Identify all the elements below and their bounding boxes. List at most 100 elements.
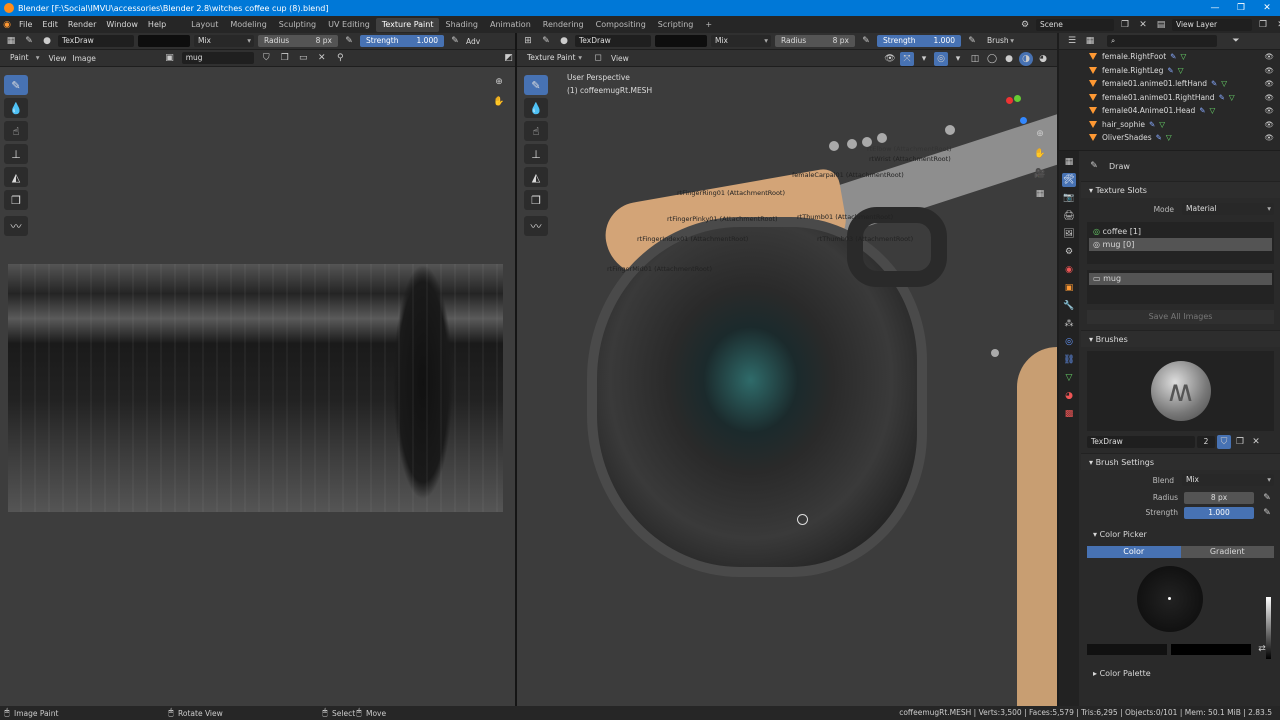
scene-copy-icon[interactable]: ❐	[1118, 18, 1132, 32]
add-workspace-button[interactable]: +	[699, 18, 718, 32]
viewport-soften-tool-button[interactable]: 💧	[524, 98, 548, 118]
tab-output-icon[interactable]: 🖨	[1062, 209, 1076, 223]
bone-sphere[interactable]	[862, 137, 872, 147]
brush-users-count[interactable]: 2	[1197, 436, 1215, 448]
brush-settings-panel-header[interactable]: ▾ Brush Settings	[1081, 453, 1280, 470]
image-slot-field[interactable]: ▭ mug	[1089, 273, 1272, 285]
fake-user-icon[interactable]: ⛉	[260, 51, 273, 65]
bone-sphere[interactable]	[945, 125, 955, 135]
overlay-dropdown-icon[interactable]: ▾	[951, 52, 965, 66]
strength-unified-icon[interactable]: ✎	[1260, 506, 1274, 520]
mode-dropdown[interactable]: Material	[1182, 203, 1274, 215]
view-menu[interactable]: View	[49, 54, 67, 63]
viewport-annotate-tool-button[interactable]: 〰	[524, 216, 548, 236]
overlay-icon[interactable]: ◎	[934, 52, 948, 66]
outliner-editor-type-icon[interactable]: ☰	[1065, 34, 1079, 48]
visibility-eye-icon[interactable]: 👁	[1264, 93, 1274, 102]
tab-modeling[interactable]: Modeling	[224, 18, 272, 32]
radius-slider[interactable]: Radius 8 px	[258, 35, 338, 47]
slot-item[interactable]: ◎ coffee [1]	[1089, 225, 1272, 238]
new-image-icon[interactable]: ❐	[279, 51, 292, 65]
image-menu[interactable]: Image	[72, 54, 96, 63]
tab-modifier-icon[interactable]: 🔧	[1062, 299, 1076, 313]
radius-pressure-icon[interactable]: ✎	[342, 34, 356, 48]
display-mode-icon[interactable]: ▦	[1083, 34, 1097, 48]
view-layer-field[interactable]: View Layer	[1172, 19, 1252, 31]
bone-sphere[interactable]	[991, 349, 999, 357]
viewport-brush-browse-icon[interactable]: ●	[557, 34, 571, 48]
scene-icon[interactable]: ⚙	[1018, 18, 1032, 32]
secondary-color-swatch[interactable]	[1171, 643, 1251, 655]
viewport-brush-color-swatch[interactable]	[655, 35, 707, 47]
tab-material-icon[interactable]: ◕	[1062, 389, 1076, 403]
view-layer-copy-icon[interactable]: ❐	[1256, 18, 1270, 32]
outliner-item[interactable]: female01.anime01.leftHand ✎ ▽ 👁	[1059, 77, 1280, 91]
viewport-blend-dropdown[interactable]: Mix	[711, 35, 771, 47]
zoom-icon[interactable]: ⊕	[492, 75, 506, 89]
solid-shading-icon[interactable]: ●	[1002, 52, 1016, 66]
brush-name-field[interactable]: TexDraw	[58, 35, 134, 47]
texture-paint-mode-dropdown[interactable]: Texture Paint	[523, 52, 585, 64]
clone-tool-button[interactable]: ⊥	[4, 144, 28, 164]
outliner-item[interactable]: hair_sophie ✎ ▽ 👁	[1059, 118, 1280, 132]
color-tab[interactable]: Color	[1087, 546, 1181, 558]
tab-view-layer-icon[interactable]: 🖼	[1062, 227, 1076, 241]
bone-sphere[interactable]	[829, 141, 839, 151]
tab-scene-icon[interactable]: ⚙	[1062, 245, 1076, 259]
advanced-menu[interactable]: Adv	[466, 37, 480, 46]
close-button[interactable]: ✕	[1254, 0, 1280, 16]
view-layer-icon[interactable]: ▤	[1154, 18, 1168, 32]
image-browse-icon[interactable]: ▣	[163, 51, 176, 65]
pin-icon[interactable]: ⚲	[334, 51, 347, 65]
viewport-draw-tool-button[interactable]: ✎	[524, 75, 548, 95]
outliner-item[interactable]: female01.anime01.RightHand ✎ ▽ 👁	[1059, 91, 1280, 105]
brush-preview[interactable]: ʍ	[1087, 351, 1274, 431]
menu-window[interactable]: Window	[101, 20, 143, 29]
smear-tool-button[interactable]: ☝	[4, 121, 28, 141]
slot-item[interactable]: ◎ mug [0]	[1089, 238, 1272, 251]
xray-icon[interactable]: ◫	[968, 52, 982, 66]
gizmo-x-icon[interactable]	[1006, 97, 1013, 104]
outliner-item[interactable]: female.RightLeg ✎ ▽ 👁	[1059, 64, 1280, 78]
viewport-clone-tool-button[interactable]: ⊥	[524, 144, 548, 164]
brushes-panel-header[interactable]: ▾ Brushes	[1081, 330, 1280, 347]
visibility-eye-icon[interactable]: 👁	[1264, 120, 1274, 129]
tab-tool-icon[interactable]: 🛠	[1062, 173, 1076, 187]
tab-uv-editing[interactable]: UV Editing	[322, 18, 376, 32]
visibility-eye-icon[interactable]: 👁	[1264, 106, 1274, 115]
strength-pressure-icon[interactable]: ✎	[448, 34, 462, 48]
save-all-images-button[interactable]: Save All Images	[1087, 310, 1274, 324]
bone-sphere[interactable]	[847, 139, 857, 149]
tab-world-icon[interactable]: ◉	[1062, 263, 1076, 277]
viewport-strength-pressure-icon[interactable]: ✎	[965, 34, 979, 48]
open-image-icon[interactable]: ▭	[297, 51, 310, 65]
outliner-item[interactable]: female04.Anime01.Head ✎ ▽ 👁	[1059, 104, 1280, 118]
brush-datablock-field[interactable]: TexDraw	[1087, 436, 1195, 448]
tab-texture-paint[interactable]: Texture Paint	[375, 17, 440, 32]
image-editor-options-icon[interactable]: ◩	[503, 51, 516, 65]
visibility-icon[interactable]: 👁	[883, 52, 897, 66]
draw-tool-button[interactable]: ✎	[4, 75, 28, 95]
bone-sphere[interactable]	[877, 133, 887, 143]
wireframe-shading-icon[interactable]: ◯	[985, 52, 999, 66]
color-wheel[interactable]	[1137, 566, 1203, 632]
image-name-field[interactable]: mug	[181, 52, 254, 64]
brush-browse-icon[interactable]: ●	[40, 34, 54, 48]
perspective-toggle-icon[interactable]: ▦	[1033, 187, 1047, 201]
tab-particles-icon[interactable]: ⁂	[1062, 317, 1076, 331]
tab-scripting[interactable]: Scripting	[652, 18, 700, 32]
viewport-zoom-icon[interactable]: ⊕	[1033, 127, 1047, 141]
brush-menu[interactable]: Brush	[983, 35, 1017, 47]
tab-shading[interactable]: Shading	[439, 18, 484, 32]
properties-blend-dropdown[interactable]: Mix	[1182, 474, 1274, 486]
tab-texture-icon[interactable]: ▩	[1062, 407, 1076, 421]
menu-edit[interactable]: Edit	[37, 20, 63, 29]
viewport-view-menu[interactable]: View	[611, 54, 629, 63]
menu-file[interactable]: File	[14, 20, 37, 29]
viewport-mask-tool-button[interactable]: ❐	[524, 190, 548, 210]
tab-compositing[interactable]: Compositing	[590, 18, 652, 32]
visibility-eye-icon[interactable]: 👁	[1264, 79, 1274, 88]
blend-dropdown[interactable]: Mix	[194, 35, 254, 47]
minimize-button[interactable]: —	[1202, 0, 1228, 16]
gizmo-y-icon[interactable]	[1014, 95, 1021, 102]
